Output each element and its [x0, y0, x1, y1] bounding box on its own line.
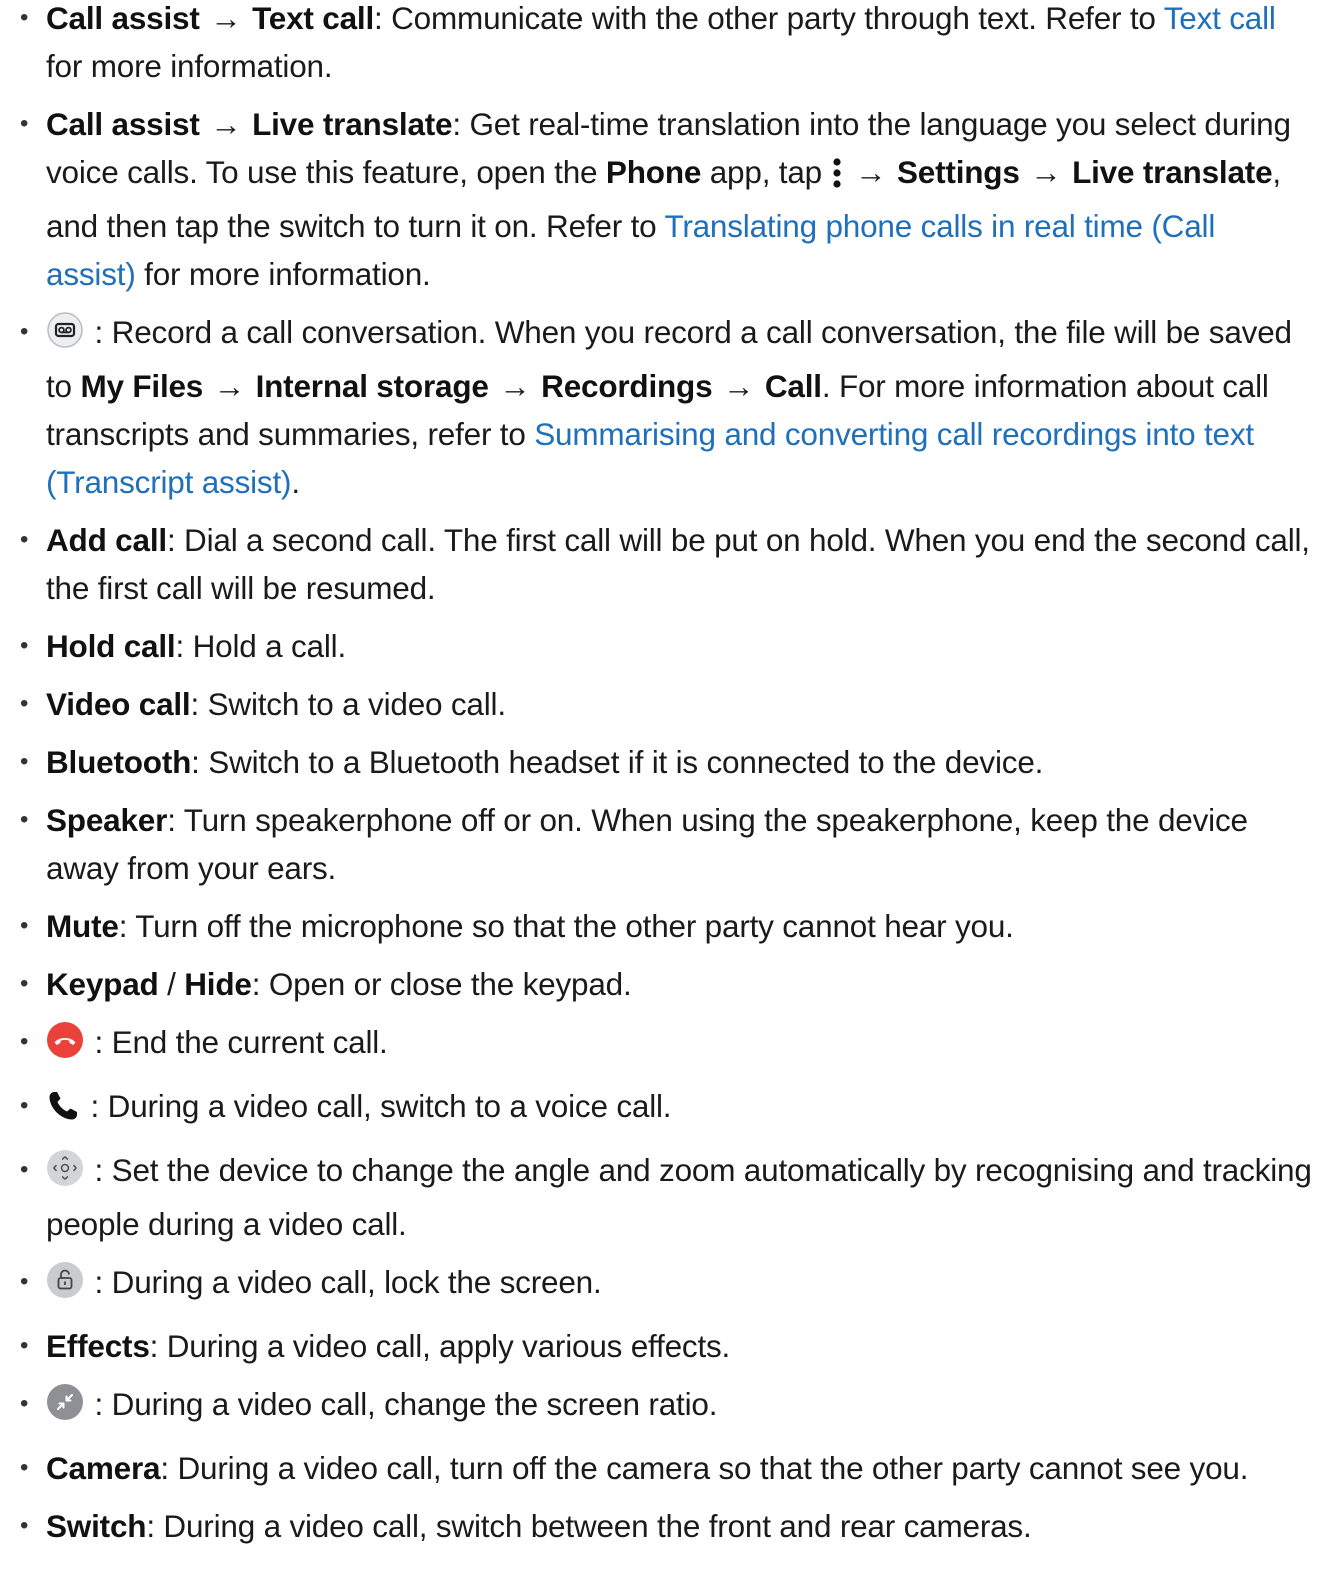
description-text: : Switch to a Bluetooth headset if it is… [191, 744, 1044, 780]
list-item: : End the current call. [0, 1018, 1341, 1072]
end-call-icon [46, 1021, 84, 1072]
list-item: Video call: Switch to a video call. [0, 680, 1341, 728]
description-text: for more information. [135, 256, 431, 292]
menu-term: Effects [46, 1328, 150, 1364]
menu-term: Switch [46, 1508, 147, 1544]
list-item: Effects: During a video call, apply vari… [0, 1322, 1341, 1370]
arrow-icon: → [1030, 154, 1062, 190]
arrow-icon: → [855, 154, 887, 190]
description-text: : During a video call, lock the screen. [86, 1264, 602, 1300]
description-text: : End the current call. [86, 1024, 388, 1060]
description-text: : Dial a second call. The first call wil… [46, 522, 1310, 606]
menu-term: Add call [46, 522, 167, 558]
list-item: Add call: Dial a second call. The first … [0, 516, 1341, 612]
description-text: : Communicate with the other party throu… [374, 0, 1164, 36]
description-text: app, tap [701, 154, 831, 190]
arrow-icon: → [210, 0, 242, 36]
list-item: Hold call: Hold a call. [0, 622, 1341, 670]
menu-term: Text call [252, 0, 375, 36]
lock-icon [46, 1261, 84, 1312]
arrow-icon: → [722, 368, 755, 404]
document-page: Call assist → Text call: Communicate wit… [0, 0, 1341, 1560]
description-text: : During a video call, change the screen… [86, 1386, 718, 1422]
list-item: Keypad / Hide: Open or close the keypad. [0, 960, 1341, 1008]
list-item: Camera: During a video call, turn off th… [0, 1444, 1341, 1492]
description-text: : During a video call, turn off the came… [160, 1450, 1249, 1486]
voice-call-icon [46, 1088, 80, 1136]
description-text: : Set the device to change the angle and… [46, 1152, 1312, 1242]
menu-term: Call assist [46, 106, 200, 142]
menu-term: Keypad [46, 966, 159, 1002]
menu-term: Call assist [46, 0, 200, 36]
auto-framing-icon [46, 1149, 84, 1200]
arrow-icon: → [499, 368, 531, 404]
description-text: . [291, 464, 300, 500]
feature-list: Call assist → Text call: Communicate wit… [0, 0, 1341, 1550]
description-text: : Open or close the keypad. [251, 966, 632, 1002]
list-item: : Record a call conversation. When you r… [0, 308, 1341, 506]
menu-term: Mute [46, 908, 119, 944]
menu-term: Bluetooth [46, 744, 192, 780]
more-options-icon [831, 154, 843, 202]
separator-text: / [158, 966, 185, 1002]
description-text: : During a video call, switch between th… [146, 1508, 1032, 1544]
arrow-icon: → [213, 368, 246, 404]
description-text: : Turn off the microphone so that the ot… [118, 908, 1014, 944]
list-item: Bluetooth: Switch to a Bluetooth headset… [0, 738, 1341, 786]
description-text: : Switch to a video call. [190, 686, 507, 722]
menu-term: Live translate [252, 106, 453, 142]
description-text: for more information. [46, 48, 333, 84]
description-text: : Hold a call. [175, 628, 347, 664]
screen-ratio-icon [46, 1383, 84, 1434]
list-item: Switch: During a video call, switch betw… [0, 1502, 1341, 1550]
menu-term: My Files [80, 368, 204, 404]
list-item: : Set the device to change the angle and… [0, 1146, 1341, 1248]
description-text: : During a video call, apply various eff… [149, 1328, 731, 1364]
menu-term: Live translate [1072, 154, 1273, 190]
description-text: : Turn speakerphone off or on. When usin… [46, 802, 1248, 886]
list-item: : During a video call, switch to a voice… [0, 1082, 1341, 1136]
list-item: : During a video call, change the screen… [0, 1380, 1341, 1434]
record-icon [46, 311, 84, 362]
menu-term: Hold call [46, 628, 176, 664]
list-item: : During a video call, lock the screen. [0, 1258, 1341, 1312]
list-item: Mute: Turn off the microphone so that th… [0, 902, 1341, 950]
menu-term: Video call [46, 686, 191, 722]
arrow-icon: → [210, 106, 242, 142]
menu-term: Recordings [541, 368, 713, 404]
menu-term: Call [764, 368, 822, 404]
text-call-link[interactable]: Text call [1164, 0, 1276, 36]
list-item: Call assist → Live translate: Get real-t… [0, 100, 1341, 298]
description-text: : During a video call, switch to a voice… [82, 1088, 672, 1124]
list-item: Speaker: Turn speakerphone off or on. Wh… [0, 796, 1341, 892]
list-item: Call assist → Text call: Communicate wit… [0, 0, 1341, 90]
menu-term: Internal storage [255, 368, 489, 404]
menu-term: Phone [605, 154, 702, 190]
menu-term: Camera [46, 1450, 161, 1486]
menu-term: Settings [896, 154, 1020, 190]
menu-term: Speaker [46, 802, 168, 838]
menu-term: Hide [184, 966, 252, 1002]
